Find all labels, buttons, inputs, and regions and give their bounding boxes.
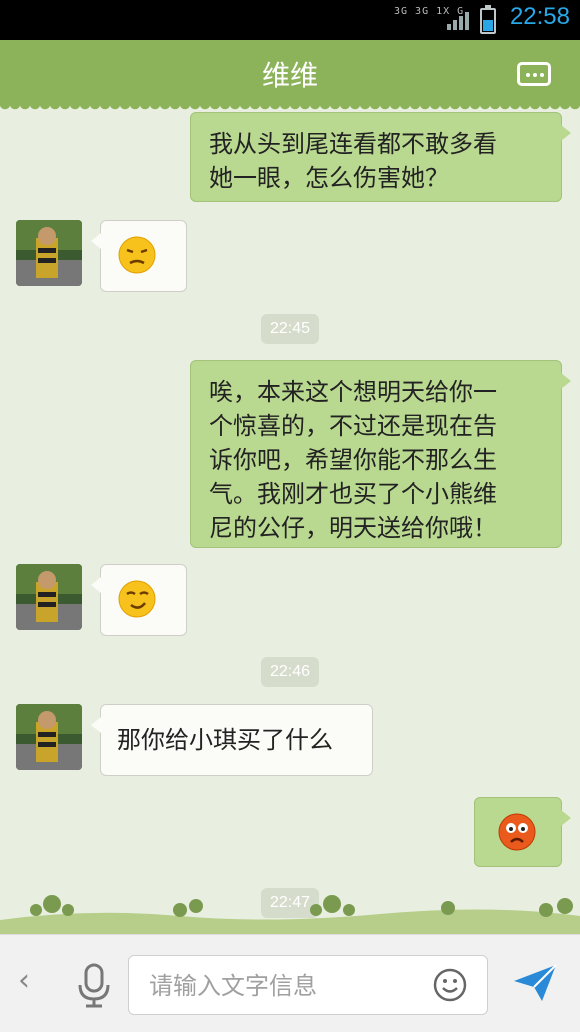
message-bubble-incoming[interactable]: 那你给小琪买了什么 <box>91 704 373 776</box>
message-line: 那你给小琪买了什么 <box>117 726 333 754</box>
chat-header: 维维 <box>0 40 580 112</box>
contact-name-title: 维维 <box>261 59 318 92</box>
message-input-field[interactable] <box>128 955 488 1015</box>
timestamp: 22:46 <box>261 657 319 687</box>
message-line: 尼的公仔，明天送给你哦！ <box>209 514 497 542</box>
contact-avatar[interactable] <box>16 564 82 630</box>
message-bubble-incoming[interactable] <box>91 564 187 636</box>
message-bubble-incoming[interactable] <box>91 220 187 292</box>
message-bubble-outgoing[interactable]: 我从头到尾连看都不敢多看 她一眼，怎么伤害她？ <box>190 112 571 202</box>
send-icon[interactable] <box>512 963 558 1003</box>
angry-emoji <box>498 813 536 851</box>
message-line: 诉你吧，希望你能不那么生 <box>209 446 497 474</box>
message-input[interactable] <box>147 968 421 1004</box>
message-line: 我从头到尾连看都不敢多看 <box>209 130 497 158</box>
contact-avatar[interactable] <box>16 704 82 770</box>
message-bubble-outgoing[interactable]: 唉，本来这个想明天给你一 个惊喜的，不过还是现在告 诉你吧，希望你能不那么生 气… <box>190 360 571 548</box>
more-icon[interactable] <box>517 62 551 86</box>
message-line: 气。我刚才也买了个小熊维 <box>209 480 497 508</box>
collapse-arrow-icon[interactable]: ‹ <box>18 963 30 998</box>
message-line: 个惊喜的，不过还是现在告 <box>209 412 497 440</box>
message-line: 唉，本来这个想明天给你一 <box>209 378 497 406</box>
timestamp: 22:45 <box>261 314 319 344</box>
message-bubble-outgoing[interactable] <box>474 797 571 867</box>
pout-emoji <box>118 236 156 274</box>
message-line: 她一眼，怎么伤害她？ <box>209 164 449 192</box>
status-clock: 22:58 <box>509 3 570 30</box>
input-bar: ‹ <box>0 934 580 1032</box>
contact-avatar[interactable] <box>16 220 82 286</box>
signal-icon <box>447 12 469 30</box>
microphone-icon[interactable] <box>74 961 114 1009</box>
status-bar: 3G 3G 1X G 22:58 <box>0 0 580 40</box>
battery-icon <box>480 5 496 34</box>
chat-area[interactable]: 我从头到尾连看都不敢多看 她一眼，怎么伤害她？ 22:45 唉，本来这个想明天给… <box>0 104 580 934</box>
emoji-picker-icon[interactable] <box>433 968 467 1002</box>
landscape-decoration <box>0 895 580 934</box>
smug-emoji <box>118 580 156 618</box>
